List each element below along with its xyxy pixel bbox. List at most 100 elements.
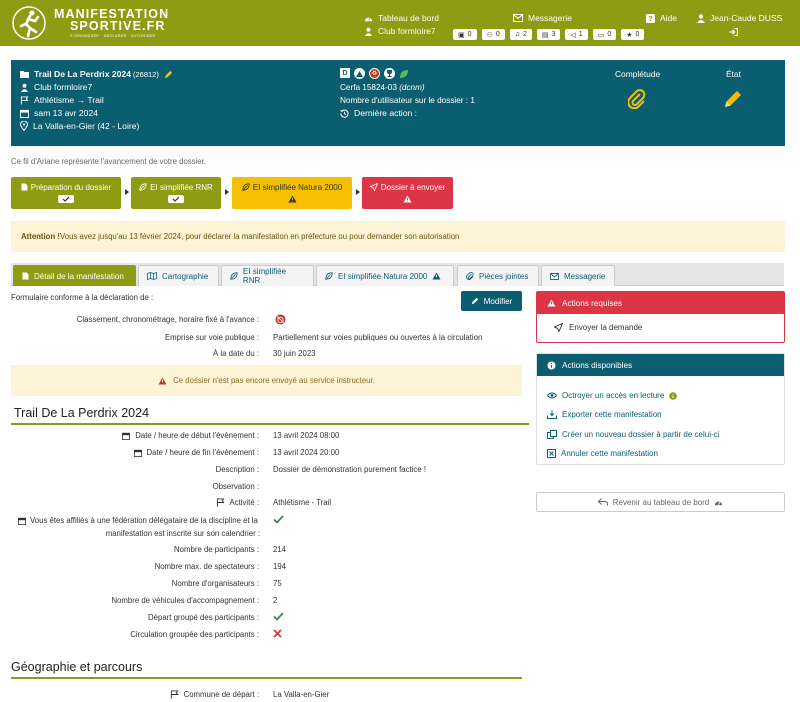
pencil-icon[interactable] [164,70,173,79]
step-rnr-label: EI simplifiée RNR [139,183,213,192]
messaging-link[interactable]: Messagerie [513,13,572,23]
step-preparation-label: Préparation du dossier [21,183,111,192]
dashboard-link[interactable]: Tableau de bord [364,13,439,23]
cancel-icon [547,449,556,458]
dossier-activity: Athlétisme → Trail [34,95,104,105]
inbox-icon: ▣ [458,31,465,39]
notification-counters: ▣ 0 ⚇ 0 ♫ 2 ▤ 3 ◁ 1 ▭ 0 ★ 0 [453,29,645,40]
tab-natura[interactable]: EI simplifiée Natura 2000 [316,265,454,286]
envelope-icon [513,14,523,22]
user-icon [697,13,705,23]
club-link[interactable]: Club formloire7 [364,26,436,36]
available-actions-header: Actions disponibles [537,354,784,376]
copy-icon [547,430,557,439]
logout-button[interactable] [729,28,738,36]
last-action-label: Dernière action : [354,108,418,118]
check-icon [168,195,184,203]
club-label: Club formloire7 [378,26,436,36]
step-arrow-icon [225,189,229,195]
tab-detail[interactable]: Détail de la manifestation [13,265,136,286]
tab-messagerie[interactable]: Messagerie [541,265,615,286]
spectators-value: 194 [273,562,287,571]
check-icon [273,612,284,621]
back-to-dashboard-button[interactable]: Revenir au tableau de bord [536,492,785,512]
counter-chat[interactable]: ▭ 0 [592,29,617,40]
emprise-label: Emprise sur voie publique : [164,333,259,342]
organizers-label: Nombre d'organisateurs : [171,579,259,588]
depart-label: Commune de départ : [9,690,259,699]
logout-icon [729,28,738,36]
conform-label: Formulaire conforme à la déclaration de … [11,293,154,302]
dashboard-icon [715,501,723,506]
dossier-date: sam 13 avr 2024 [34,108,99,118]
warning-icon [158,376,167,385]
start-date-value: 13 avril 2024 08:00 [273,431,340,440]
counter-megaphone[interactable]: ◁ 1 [565,29,588,40]
details-divider [11,423,529,425]
cerfa-info: Cerfa 15824-03 (dcnm) [340,83,425,92]
trophy-badge-icon [384,68,395,79]
pencil-icon [471,297,478,305]
tab-cartographie[interactable]: Cartographie [138,265,219,286]
user-name: Jean-Caude DUSS [710,13,783,23]
recycle-badge-icon: ♻ [369,68,380,79]
step-rnr[interactable]: EI simplifiée RNR [131,177,221,209]
megaphone-icon: ◁ [570,31,576,39]
grant-read-access-action[interactable]: Octroyer un accès en lecture [547,391,678,400]
step-natura[interactable]: EI simplifiée Natura 2000 [232,177,352,209]
export-action[interactable]: Exporter cette manifestation [547,410,662,419]
spectators-label: Nombre max. de spectateurs : [154,562,259,571]
pencil-state-icon[interactable] [723,89,743,109]
user-menu[interactable]: Jean-Caude DUSS [697,13,782,23]
help-label: Aide [660,13,678,23]
help-link[interactable]: ? Aide [646,13,677,23]
step-natura-label: EI simplifiée Natura 2000 [242,183,342,192]
paperclip-icon[interactable] [628,89,646,109]
top-header: MANIFESTATION SPORTIVE.FR S'ORGANISER · … [0,0,800,46]
counter-comment[interactable]: ▤ 3 [536,29,561,40]
warning-icon [432,272,441,280]
tab-rnr[interactable]: EI simplifiée RNR [221,265,314,286]
warning-icon [547,299,556,307]
vehicles-value: 2 [273,596,278,605]
map-icon [147,272,157,280]
participants-label: Nombre de participants : [174,545,259,554]
cancel-manifestation-action[interactable]: Annuler cette manifestation [547,449,658,458]
calendar-icon [133,449,142,457]
tab-pieces-jointes[interactable]: Pièces jointes [457,265,539,286]
available-actions-card: Actions disponibles Octroyer un accès en… [536,353,785,465]
counter-inbox[interactable]: ▣ 0 [453,29,477,40]
federation-label: Vous êtes affiliés à une fédération délé… [18,515,260,540]
alert-strong: Attention ! [21,232,60,241]
info-circle-icon [547,360,556,370]
counter-star[interactable]: ★ 0 [621,29,645,40]
counter-road[interactable]: ⚇ 0 [481,29,505,40]
deadline-alert: Attention ! Vous avez jusqu'au 13 févrie… [11,221,785,252]
end-date-value: 13 avril 2024 20:00 [273,448,340,457]
info-badge-icon[interactable] [669,391,678,400]
svg-text:?: ? [648,14,652,23]
group-circulation-label: Circulation groupée des participants : [130,630,259,639]
completude-label: Complétude [615,69,661,79]
counter-bell[interactable]: ♫ 2 [509,29,532,40]
dossier-id: (26812) [132,69,159,79]
required-actions-card: Actions requises Envoyer la demande [536,291,785,343]
modify-button[interactable]: Modifier [461,291,522,311]
tent-badge-icon [354,68,365,79]
calendar-icon [122,432,131,440]
send-request-action[interactable]: Envoyer la demande [554,323,642,332]
emprise-value: Partiellement sur voies publiques ou ouv… [273,333,483,342]
step-send[interactable]: Dossier à envoyer [362,177,453,209]
participants-value: 214 [273,545,287,554]
dossier-date-row: sam 13 avr 2024 [20,108,98,118]
organizers-value: 75 [273,579,282,588]
bell-icon: ♫ [514,31,520,38]
start-date-label: Date / heure de début l'évènement : [9,431,259,440]
duplicate-action[interactable]: Créer un nouveau dossier à partir de cel… [547,430,719,439]
paperclip-icon [466,271,474,280]
chat-icon: ▭ [597,31,605,39]
flag-icon [216,498,225,507]
step-preparation[interactable]: Préparation du dossier [11,177,121,209]
star-icon: ★ [626,31,633,39]
site-logo[interactable]: MANIFESTATION SPORTIVE.FR S'ORGANISER · … [12,6,169,40]
